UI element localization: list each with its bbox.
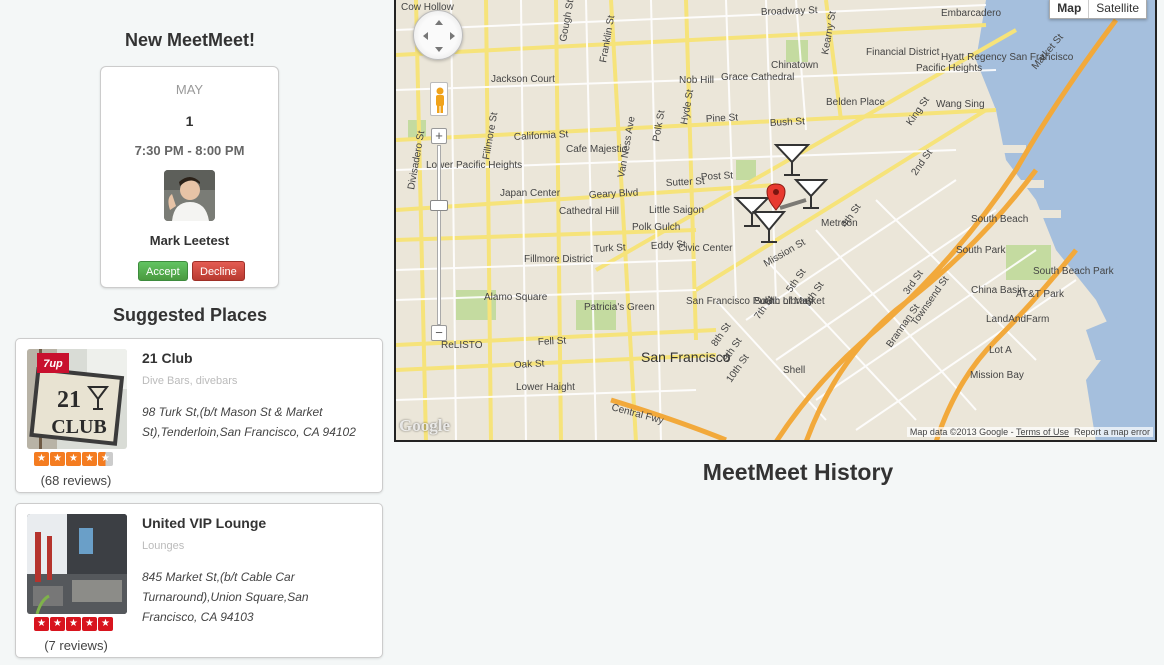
place-category: Dive Bars, divebars <box>142 375 238 387</box>
map-label: Fillmore District <box>524 254 593 265</box>
zoom-slider-track[interactable] <box>437 145 441 325</box>
suggested-places-heading: Suggested Places <box>112 305 268 325</box>
map-label: San Francisco <box>641 349 731 365</box>
pan-control-icon[interactable] <box>413 10 463 60</box>
map-label: Oak St <box>514 358 545 371</box>
map-label: Little Saigon <box>649 205 704 216</box>
map-label: Fell St <box>538 336 567 348</box>
sign-7up-text: 7up <box>43 358 63 370</box>
star-icon: ★ <box>34 617 49 631</box>
place-address: 98 Turk St,(b/t Mason St & Market St),Te… <box>142 405 356 439</box>
google-logo[interactable]: Google <box>399 416 450 436</box>
map-data-credit: Map data ©2013 Google <box>909 427 1009 437</box>
star-icon: ★ <box>50 617 65 631</box>
map-label: Polk Gulch <box>632 222 680 233</box>
map-label: Cathedral Hill <box>559 206 619 217</box>
map-view[interactable]: Cow Hollow Embarcadero Broadway St Financia… <box>394 0 1157 442</box>
review-count[interactable]: (68 reviews) <box>16 473 136 488</box>
map-label: Financial District <box>866 47 940 58</box>
map-label: South Park <box>956 245 1006 256</box>
star-rating: ★ ★ ★ ★ ★ <box>34 617 113 631</box>
sign-21-text: 21 <box>57 387 81 413</box>
new-meetmeet-heading: New MeetMeet! <box>124 30 256 50</box>
avatar <box>164 170 215 221</box>
map-label: Embarcadero <box>941 8 1001 19</box>
map-label: Turk St <box>594 242 627 255</box>
place-address: 845 Market St,(b/t Cable Car Turnaround)… <box>142 570 309 624</box>
map-label: Mission Bay <box>970 370 1024 381</box>
zoom-out-button[interactable]: − <box>431 325 447 341</box>
map-label: Pacific Heights <box>916 63 982 74</box>
map-label: Lower Haight <box>516 382 575 393</box>
map-label: Jackson Court <box>491 74 555 85</box>
map-label: Alamo Square <box>484 292 548 303</box>
star-icon: ★ <box>82 617 97 631</box>
map-label: Shell <box>783 365 805 376</box>
place-category: Lounges <box>142 540 185 552</box>
star-icon: ★ <box>50 452 65 466</box>
event-time: 7:30 PM - 8:00 PM <box>134 143 245 158</box>
map-label: LandAndFarm <box>986 314 1049 325</box>
map-attribution: Map data ©2013 Google - Terms of Use Rep… <box>906 427 1153 437</box>
star-icon: ★ <box>82 452 97 466</box>
map-label: Cafe Majestic <box>566 144 627 155</box>
place-card-united-vip-lounge[interactable]: ★ ★ ★ ★ ★ (7 reviews) United VIP Lounge … <box>15 503 383 658</box>
map-label: Civic Center <box>678 243 733 254</box>
map-label: Chinatown <box>771 60 818 71</box>
terms-of-use-link[interactable]: Terms of Use <box>1016 427 1069 437</box>
map-label: Pine St <box>706 112 739 125</box>
map-label: South Beach Park <box>1033 266 1115 277</box>
decline-button[interactable]: Decline <box>192 261 245 281</box>
map-label: Sutter St <box>666 176 706 189</box>
event-month: MAY <box>175 82 204 97</box>
star-icon: ★ <box>98 617 113 631</box>
zoom-slider-handle[interactable] <box>430 200 448 211</box>
map-label: Eddy St <box>651 239 687 252</box>
map-label: Hyatt Regency San Francisco <box>941 52 1074 63</box>
map-label: Bush St <box>770 116 806 129</box>
meetmeet-history-heading: MeetMeet History <box>702 459 894 485</box>
report-map-error-link[interactable]: Report a map error <box>1074 427 1150 437</box>
map-label: Broadway St <box>761 5 818 18</box>
accept-button[interactable]: Accept <box>138 261 188 281</box>
star-icon: ★ <box>34 452 49 466</box>
map-type-satellite-button[interactable]: Satellite <box>1089 0 1146 18</box>
map-label: Nob Hill <box>679 75 714 86</box>
map-label: Lot A <box>989 345 1012 356</box>
zoom-in-button[interactable]: + <box>431 128 447 144</box>
place-photo <box>27 514 127 614</box>
map-label: Japan Center <box>500 188 561 199</box>
map-type-map-button[interactable]: Map <box>1050 0 1090 18</box>
place-photo: 7up 21 CLUB <box>27 349 127 449</box>
review-count[interactable]: (7 reviews) <box>16 638 136 653</box>
meetmeet-invite-card: MAY 1 7:30 PM - 8:00 PM Mark Leetest Acc… <box>100 66 279 288</box>
map-label: Patricia's Green <box>584 302 655 313</box>
place-card-21-club[interactable]: 7up 21 CLUB ★ ★ ★ ★ ★ (68 reviews) 21 Cl… <box>15 338 383 493</box>
sign-club-text: CLUB <box>51 416 107 438</box>
map-label: Post St <box>701 170 734 183</box>
map-label: Belden Place <box>826 97 885 108</box>
map-type-control: Map Satellite <box>1049 0 1147 19</box>
half-star-icon: ★ <box>98 452 113 466</box>
map-label: ReLISTO <box>441 340 483 351</box>
map-label: South Beach <box>971 214 1028 225</box>
event-day: 1 <box>185 113 194 129</box>
star-icon: ★ <box>66 617 81 631</box>
invitee-name: Mark Leetest <box>149 233 230 248</box>
place-name[interactable]: 21 Club <box>142 350 193 366</box>
map-label: AT&T Park <box>1016 289 1065 300</box>
star-rating: ★ ★ ★ ★ ★ <box>34 452 113 466</box>
map-label: Grace Cathedral <box>721 72 794 83</box>
star-icon: ★ <box>66 452 81 466</box>
map-canvas[interactable]: Cow HollowEmbarcaderoBroadway StFinancia… <box>396 0 1157 442</box>
map-label: Wang Sing <box>936 99 985 110</box>
place-name[interactable]: United VIP Lounge <box>142 515 266 531</box>
street-view-pegman-icon[interactable] <box>430 82 448 116</box>
